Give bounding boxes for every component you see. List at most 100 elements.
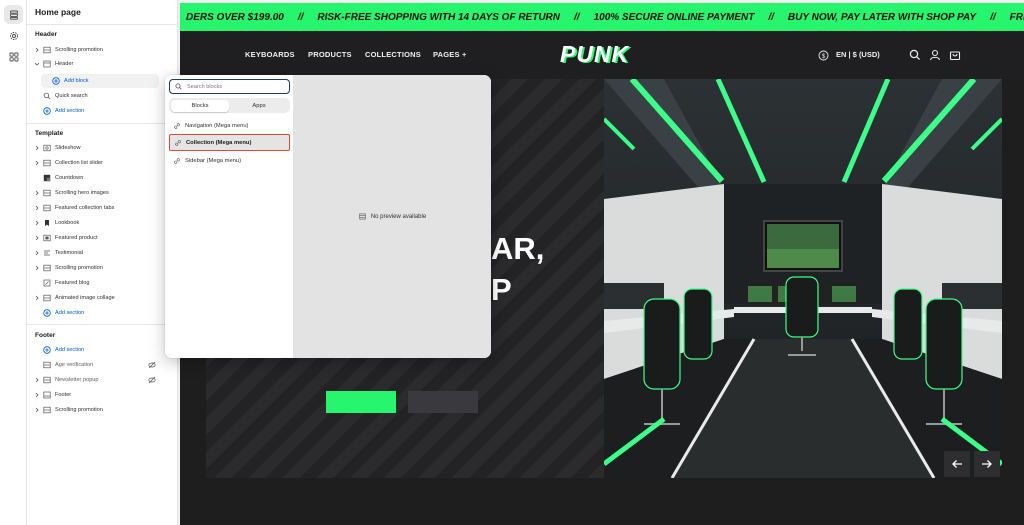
hero-primary-button[interactable]	[326, 391, 396, 413]
template-section-item[interactable]: Lookbook	[27, 216, 177, 230]
template-section-item[interactable]: Featured blog	[27, 276, 177, 290]
section-footer[interactable]: Footer	[27, 388, 177, 402]
block-option-label: Sidebar (Mega menu)	[185, 157, 242, 164]
nav-keyboards[interactable]: KEYBOARDS	[245, 50, 295, 59]
sections-icon[interactable]	[4, 5, 23, 24]
section-icon	[42, 144, 52, 152]
block-option-sidebar-mega-menu[interactable]: Sidebar (Mega menu)	[169, 152, 290, 169]
currency-icon: $	[818, 48, 829, 66]
section-newsletter-popup[interactable]: Newsletter popup	[27, 373, 177, 387]
section-scrolling-promotion-footer[interactable]: Scrolling promotion	[27, 403, 177, 417]
chevron-right-icon[interactable]	[32, 220, 42, 226]
nav-collections[interactable]: COLLECTIONS	[365, 50, 421, 59]
search-icon	[42, 92, 52, 100]
add-section-button-template[interactable]: Add section	[27, 306, 177, 320]
svg-text:$: $	[822, 54, 826, 60]
template-section-item[interactable]: Animated image collage	[27, 291, 177, 305]
gaming-room-image	[604, 79, 1002, 478]
chevron-down-icon[interactable]	[32, 61, 42, 67]
chevron-right-icon[interactable]	[32, 205, 42, 211]
section-label: Scrolling promotion	[55, 407, 103, 413]
chevron-right-icon[interactable]	[32, 392, 42, 398]
section-icon	[42, 204, 52, 212]
locale-selector[interactable]: EN | $ (USD)	[836, 50, 880, 59]
tab-apps[interactable]: Apps	[230, 100, 288, 112]
search-icon[interactable]	[909, 48, 921, 66]
chevron-right-icon[interactable]	[32, 160, 42, 166]
block-preview-pane: No preview available	[294, 75, 491, 358]
section-icon	[42, 189, 52, 197]
search-blocks-input[interactable]: Search blocks	[169, 79, 290, 94]
section-label: Lookbook	[55, 220, 80, 226]
add-section-label: Add section	[55, 108, 85, 114]
chevron-right-icon[interactable]	[32, 295, 42, 301]
add-block-button[interactable]: Add block	[41, 74, 159, 88]
chevron-right-icon[interactable]	[32, 407, 42, 413]
template-section-item[interactable]: Countdown	[27, 171, 177, 185]
section-label: Featured blog	[55, 280, 90, 286]
header-section-icon	[42, 60, 52, 68]
chevron-right-icon[interactable]	[32, 250, 42, 256]
chevron-right-icon[interactable]	[32, 190, 42, 196]
theme-settings-icon[interactable]	[4, 26, 23, 45]
account-icon[interactable]	[929, 48, 941, 66]
block-quick-search[interactable]: Quick search	[27, 89, 177, 103]
eye-hidden-icon[interactable]	[148, 361, 156, 371]
blocks-apps-tabs: Blocks Apps	[169, 98, 290, 113]
tab-blocks[interactable]: Blocks	[171, 99, 229, 112]
chevron-right-icon[interactable]	[32, 377, 42, 383]
link-icon	[173, 122, 181, 130]
add-section-button-footer[interactable]: Add section	[27, 343, 177, 357]
section-label: Featured collection tabs	[55, 205, 115, 211]
section-icon	[42, 376, 52, 384]
template-section-item[interactable]: Collection list slider	[27, 156, 177, 170]
nav-pages[interactable]: PAGES +	[433, 50, 467, 59]
sections-sidebar: Home page Header Scrolling promotion Hea…	[27, 0, 178, 525]
section-scrolling-promotion-header[interactable]: Scrolling promotion	[27, 43, 177, 57]
block-option-label: Collection (Mega menu)	[186, 139, 252, 146]
footer-section-icon	[42, 391, 52, 399]
promo-separator: //	[574, 11, 580, 23]
template-section-item[interactable]: Testimonial	[27, 246, 177, 260]
search-placeholder: Search blocks	[187, 83, 223, 90]
block-option-navigation-mega-menu[interactable]: Navigation (Mega menu)	[169, 117, 290, 134]
template-section-item[interactable]: Scrolling hero images	[27, 186, 177, 200]
chevron-right-icon[interactable]	[32, 235, 42, 241]
slide-next-button[interactable]	[974, 451, 1000, 477]
cart-icon[interactable]	[949, 48, 961, 66]
no-preview-icon	[359, 213, 366, 220]
add-section-button-header[interactable]: Add section	[27, 104, 177, 118]
template-section-item[interactable]: Featured product	[27, 231, 177, 245]
divider	[27, 24, 177, 25]
add-block-label: Add block	[64, 78, 89, 84]
search-icon	[175, 83, 182, 90]
chevron-right-icon[interactable]	[32, 47, 42, 53]
section-icon	[42, 361, 52, 369]
chevron-right-icon[interactable]	[32, 265, 42, 271]
block-label: Quick search	[55, 93, 88, 99]
plus-circle-icon	[42, 346, 52, 354]
hero-secondary-button[interactable]	[408, 391, 478, 413]
store-logo[interactable]: PUNK	[560, 41, 629, 68]
store-header: KEYBOARDS PRODUCTS COLLECTIONS PAGES + P…	[180, 31, 1024, 79]
arrow-left-icon	[952, 460, 962, 468]
template-section-item[interactable]: Featured collection tabs	[27, 201, 177, 215]
eye-hidden-icon[interactable]	[148, 376, 156, 386]
chevron-right-icon[interactable]	[32, 145, 42, 151]
section-age-verification[interactable]: Age verification	[27, 358, 177, 372]
section-header[interactable]: Header	[27, 57, 177, 71]
promo-separator: //	[297, 11, 304, 23]
section-icon	[42, 159, 52, 167]
template-section-item[interactable]: Slideshow	[27, 141, 177, 155]
no-preview-text: No preview available	[370, 213, 427, 220]
plus-circle-icon	[42, 309, 52, 317]
section-label: Scrolling promotion	[55, 265, 103, 271]
template-section-item[interactable]: Scrolling promotion	[27, 261, 177, 275]
section-label: Header	[55, 61, 74, 67]
apps-icon[interactable]	[4, 47, 23, 66]
block-picker-list: Search blocks Blocks Apps Navigation (Me…	[165, 75, 294, 358]
block-option-collection-mega-menu[interactable]: Collection (Mega menu)	[169, 134, 290, 151]
slide-prev-button[interactable]	[944, 451, 970, 477]
nav-products[interactable]: PRODUCTS	[308, 50, 352, 59]
divider	[27, 324, 177, 325]
